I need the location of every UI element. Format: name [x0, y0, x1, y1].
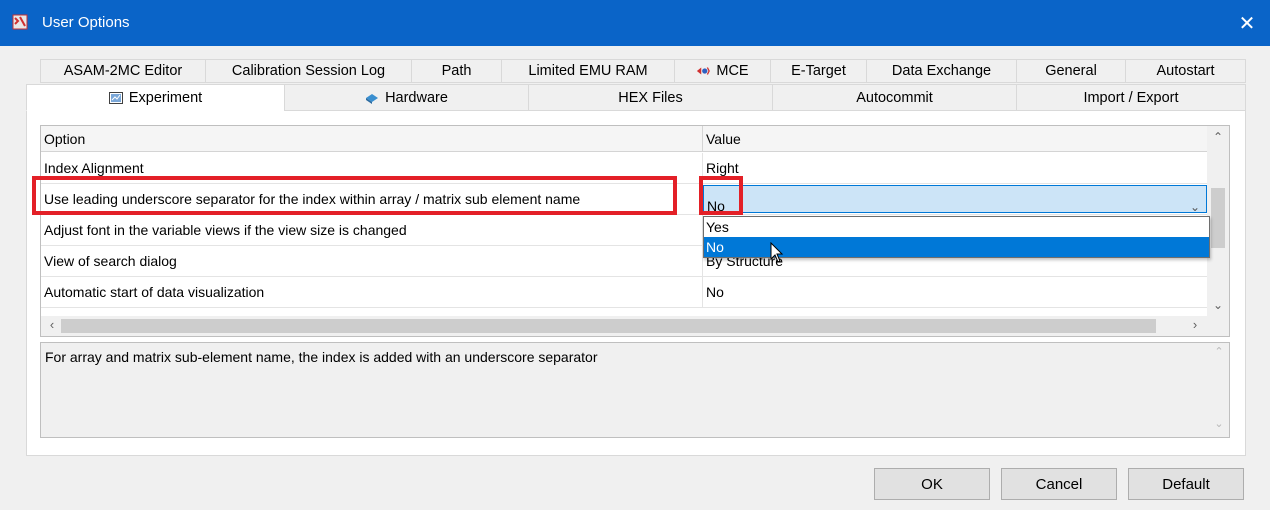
dropdown-option-yes[interactable]: Yes — [704, 217, 1209, 237]
tab-mce[interactable]: MCE — [674, 59, 770, 83]
tab-experiment[interactable]: Experiment — [26, 84, 284, 111]
scroll-up-icon[interactable]: ⌃ — [1207, 130, 1229, 144]
tab-asam-2mc-editor[interactable]: ASAM-2MC Editor — [40, 59, 205, 83]
option-name: Use leading underscore separator for the… — [41, 184, 703, 215]
default-button[interactable]: Default — [1128, 468, 1244, 500]
option-value: No — [706, 284, 724, 300]
tab-data-exchange[interactable]: Data Exchange — [866, 59, 1016, 83]
scroll-left-icon[interactable]: ‹ — [43, 317, 61, 332]
option-name: View of search dialog — [41, 246, 703, 277]
grid-header: Option Value — [41, 126, 1208, 152]
close-icon: ✕ — [1238, 12, 1256, 35]
tab-hex-files[interactable]: HEX Files — [528, 84, 772, 111]
tab-row-upper: ASAM-2MC Editor Calibration Session Log … — [40, 59, 1246, 83]
table-row[interactable]: Use leading underscore separator for the… — [41, 184, 1208, 215]
scroll-down-icon[interactable]: ⌄ — [1209, 417, 1229, 430]
vertical-scrollbar[interactable]: ⌃ ⌄ — [1207, 126, 1229, 336]
option-value-cell: No ⌄ — [703, 184, 1208, 215]
tab-autocommit[interactable]: Autocommit — [772, 84, 1016, 111]
table-row[interactable]: Automatic start of data visualization No — [41, 277, 1208, 308]
tab-calibration-session-log[interactable]: Calibration Session Log — [205, 59, 411, 83]
hardware-icon — [366, 93, 379, 104]
title-bar[interactable]: User Options ✕ — [0, 0, 1270, 46]
close-button[interactable]: ✕ — [1224, 0, 1270, 46]
value-dropdown[interactable]: No ⌄ — [703, 185, 1207, 215]
window-title: User Options — [42, 14, 130, 31]
scroll-thumb[interactable] — [1211, 188, 1225, 248]
experiment-icon — [108, 91, 123, 104]
horizontal-scrollbar[interactable]: ‹ › — [41, 316, 1208, 336]
cancel-button[interactable]: Cancel — [1001, 468, 1117, 500]
scroll-right-icon[interactable]: › — [1186, 317, 1204, 332]
tab-path[interactable]: Path — [411, 59, 501, 83]
tab-autostart[interactable]: Autostart — [1125, 59, 1246, 83]
option-name: Automatic start of data visualization — [41, 277, 703, 308]
ok-button[interactable]: OK — [874, 468, 990, 500]
app-icon — [12, 14, 28, 30]
user-options-dialog: User Options ✕ ASAM-2MC Editor Calibrati… — [0, 0, 1270, 510]
mce-icon — [697, 67, 711, 75]
description-text: For array and matrix sub-element name, t… — [45, 349, 598, 365]
tab-e-target[interactable]: E-Target — [770, 59, 866, 83]
option-value: Right — [706, 160, 739, 176]
column-header-value[interactable]: Value — [703, 126, 1208, 152]
table-row[interactable]: Index Alignment Right — [41, 153, 1208, 184]
column-header-option[interactable]: Option — [41, 126, 703, 152]
scroll-up-icon[interactable]: ⌃ — [1209, 345, 1229, 358]
description-box: For array and matrix sub-element name, t… — [40, 342, 1230, 438]
mouse-cursor-icon — [770, 242, 784, 263]
option-name: Adjust font in the variable views if the… — [41, 215, 703, 246]
dropdown-value: No — [707, 198, 725, 214]
scroll-down-icon[interactable]: ⌄ — [1207, 298, 1229, 312]
option-name: Index Alignment — [41, 153, 703, 184]
tab-row-lower: Experiment Hardware HEX Files Autocommit… — [26, 84, 1246, 111]
description-scrollbar[interactable]: ⌃ ⌄ — [1209, 343, 1229, 437]
chevron-down-icon[interactable]: ⌄ — [1190, 192, 1200, 215]
tab-hardware[interactable]: Hardware — [284, 84, 528, 111]
scroll-thumb[interactable] — [61, 319, 1156, 333]
tab-general[interactable]: General — [1016, 59, 1125, 83]
tab-import-export[interactable]: Import / Export — [1016, 84, 1246, 111]
tab-limited-emu-ram[interactable]: Limited EMU RAM — [501, 59, 674, 83]
